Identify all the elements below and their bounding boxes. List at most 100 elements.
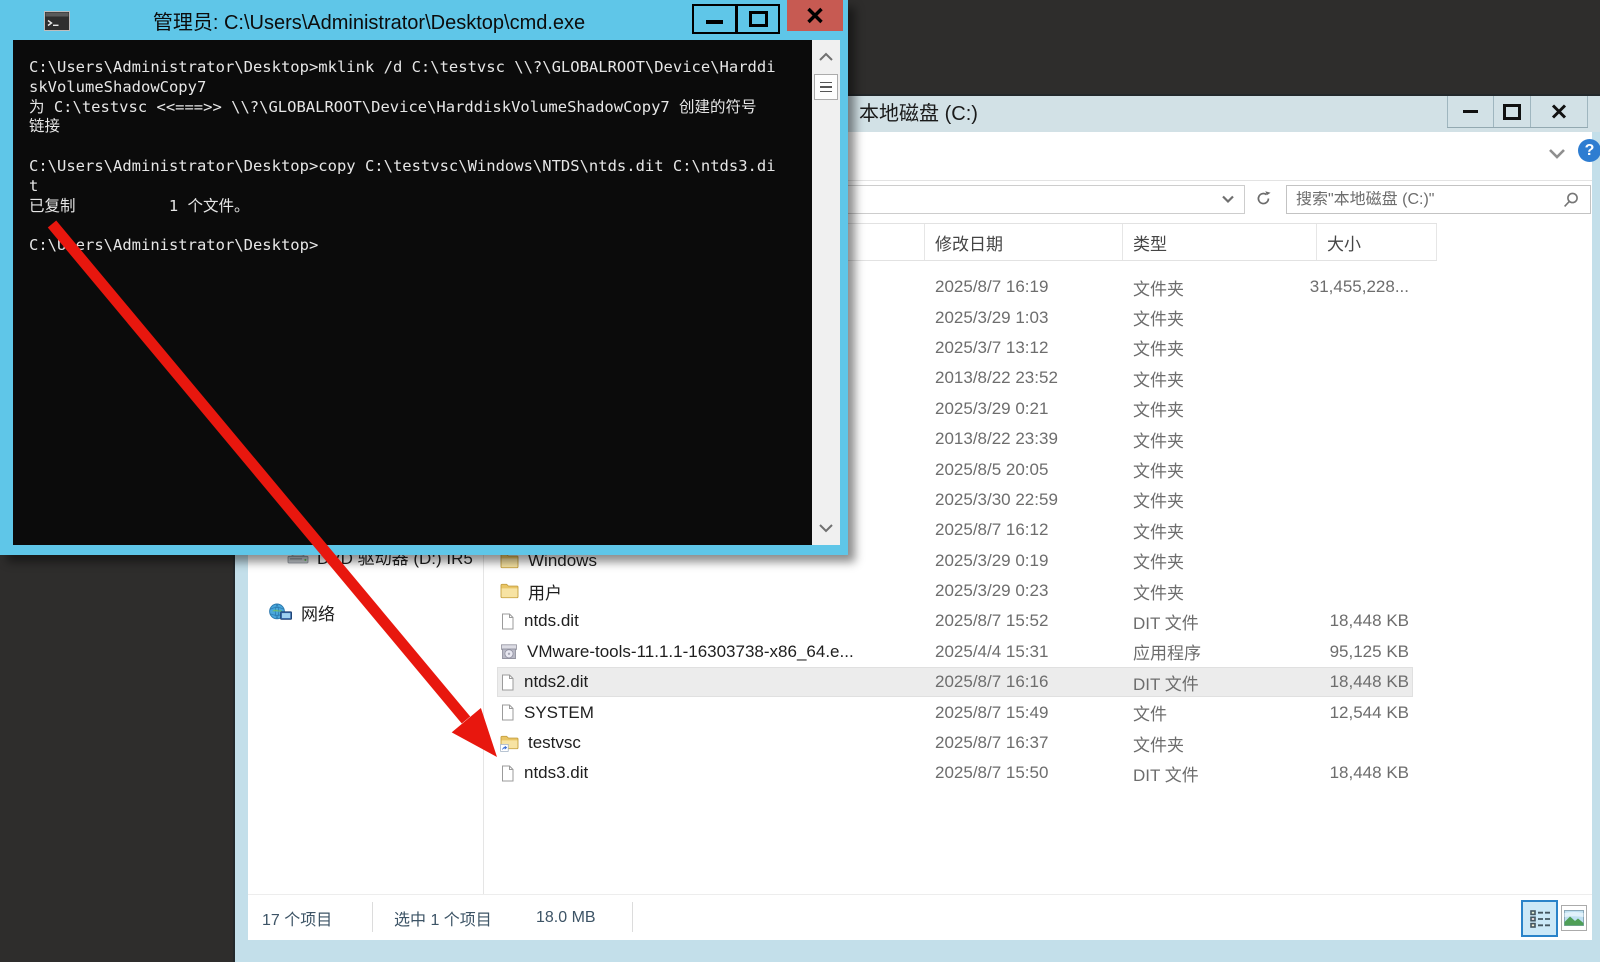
size-cell: 18,448 KB: [1317, 758, 1437, 788]
type-cell: 文件夹: [1123, 546, 1317, 576]
file-name: 用户: [528, 579, 562, 604]
minimize-icon: [1463, 110, 1478, 113]
scroll-up-button[interactable]: [812, 42, 840, 72]
column-header-size[interactable]: 大小: [1317, 224, 1437, 260]
chevron-down-icon: [818, 523, 834, 533]
file-name: testvsc: [528, 733, 581, 753]
cmd-output-line: 已复制 1 个文件。: [29, 197, 812, 217]
explorer-minimize-button[interactable]: [1447, 96, 1493, 127]
details-view-button[interactable]: [1521, 900, 1558, 937]
size-cell: [1317, 485, 1437, 515]
type-cell: 文件夹: [1123, 485, 1317, 515]
file-row[interactable]: ntds2.dit 2025/8/7 16:16DIT 文件18,448 KB: [483, 667, 1437, 697]
close-icon: [1551, 104, 1567, 119]
file-row[interactable]: testvsc2025/8/7 16:37文件夹: [483, 728, 1437, 758]
size-cell: [1317, 454, 1437, 484]
cmd-output-line: 为 C:\testvsc <<===>> \\?\GLOBALROOT\Devi…: [29, 98, 812, 118]
name-cell: ntds3.dit: [483, 758, 925, 788]
type-cell: DIT 文件: [1123, 758, 1317, 788]
type-cell: DIT 文件: [1123, 606, 1317, 636]
file-name: VMware-tools-11.1.1-16303738-x86_64.e...: [527, 642, 854, 662]
type-cell: 文件夹: [1123, 515, 1317, 545]
close-icon: [806, 7, 824, 24]
cmd-output-area[interactable]: C:\Users\Administrator\Desktop>mklink /d…: [13, 40, 812, 545]
cmd-close-button[interactable]: [787, 0, 843, 31]
cmd-scrollbar[interactable]: [812, 40, 840, 545]
size-cell: 95,125 KB: [1317, 637, 1437, 667]
column-header-date[interactable]: 修改日期: [925, 224, 1123, 260]
size-cell: [1317, 302, 1437, 332]
cmd-maximize-button[interactable]: [736, 4, 780, 34]
name-cell: SYSTEM: [483, 697, 925, 727]
date-modified-cell: 2025/8/7 15:52: [925, 606, 1123, 636]
name-cell: testvsc: [483, 728, 925, 758]
search-input[interactable]: [1287, 191, 1562, 209]
cmd-output-line: [29, 216, 812, 236]
file-row[interactable]: 用户2025/3/29 0:23文件夹: [483, 576, 1437, 606]
items-count: 17 个项目: [262, 895, 332, 940]
date-modified-cell: 2025/3/29 0:19: [925, 546, 1123, 576]
size-cell: [1317, 363, 1437, 393]
maximize-icon: [1503, 104, 1521, 120]
scroll-down-button[interactable]: [812, 513, 840, 543]
thumbnail-view-button[interactable]: [1561, 905, 1587, 931]
file-row[interactable]: VMware-tools-11.1.1-16303738-x86_64.e...…: [483, 637, 1437, 667]
file-icon: [500, 765, 515, 782]
folder-icon: [500, 583, 519, 599]
date-modified-cell: 2013/8/22 23:52: [925, 363, 1123, 393]
name-cell: ntds2.dit: [483, 667, 925, 697]
size-cell: [1317, 576, 1437, 606]
cmd-output-line: skVolumeShadowCopy7: [29, 78, 812, 98]
size-cell: [1317, 728, 1437, 758]
date-modified-cell: 2025/3/29 0:21: [925, 394, 1123, 424]
size-cell: 12,544 KB: [1317, 697, 1437, 727]
date-modified-cell: 2025/8/7 15:50: [925, 758, 1123, 788]
ribbon-expand-chevron-icon[interactable]: [1545, 145, 1569, 163]
type-cell: 应用程序: [1123, 637, 1317, 667]
name-cell: 用户: [483, 576, 925, 606]
status-bar: 17 个项目 选中 1 个项目 18.0 MB: [248, 894, 1592, 940]
sidebar-item-label: 网络: [301, 600, 335, 625]
file-icon: [500, 674, 515, 691]
date-modified-cell: 2025/3/7 13:12: [925, 333, 1123, 363]
cmd-title-bar[interactable]: 管理员: C:\Users\Administrator\Desktop\cmd.…: [0, 0, 848, 40]
sidebar-item[interactable]: 网络: [248, 597, 483, 627]
type-cell: 文件夹: [1123, 333, 1317, 363]
size-cell: 18,448 KB: [1317, 667, 1437, 697]
explorer-window-controls: [1447, 96, 1588, 128]
file-icon: [500, 613, 515, 630]
file-row[interactable]: SYSTEM2025/8/7 15:49文件12,544 KB: [483, 697, 1437, 727]
file-row[interactable]: ntds3.dit2025/8/7 15:50DIT 文件18,448 KB: [483, 758, 1437, 788]
cmd-output-line: 链接: [29, 117, 812, 137]
file-name: ntds2.dit: [524, 672, 588, 692]
address-dropdown-chevron-icon[interactable]: [1220, 194, 1236, 205]
column-header-type[interactable]: 类型: [1123, 224, 1317, 260]
cmd-output-line: C:\Users\Administrator\Desktop>mklink /d…: [29, 58, 812, 78]
explorer-maximize-button[interactable]: [1493, 96, 1530, 127]
scrollbar-thumb[interactable]: [814, 74, 838, 100]
network-icon: [268, 603, 293, 622]
date-modified-cell: 2025/4/4 15:31: [925, 637, 1123, 667]
size-cell: [1317, 515, 1437, 545]
refresh-icon: [1255, 190, 1272, 207]
type-cell: DIT 文件: [1123, 667, 1317, 697]
search-box[interactable]: [1286, 185, 1591, 214]
date-modified-cell: 2013/8/22 23:39: [925, 424, 1123, 454]
cmd-minimize-button[interactable]: [692, 4, 737, 34]
size-cell: 31,455,228...: [1317, 272, 1437, 302]
date-modified-cell: 2025/8/7 16:12: [925, 515, 1123, 545]
help-icon[interactable]: ?: [1578, 139, 1600, 162]
search-icon[interactable]: [1562, 191, 1580, 209]
cmd-window: 管理员: C:\Users\Administrator\Desktop\cmd.…: [0, 0, 848, 555]
type-cell: 文件夹: [1123, 394, 1317, 424]
date-modified-cell: 2025/8/7 15:49: [925, 697, 1123, 727]
explorer-close-button[interactable]: [1530, 96, 1588, 127]
cmd-output-line: t: [29, 177, 812, 197]
file-row[interactable]: ntds.dit2025/8/7 15:52DIT 文件18,448 KB: [483, 606, 1437, 636]
date-modified-cell: 2025/8/7 16:16: [925, 667, 1123, 697]
size-cell: [1317, 424, 1437, 454]
refresh-button[interactable]: [1250, 185, 1276, 212]
date-modified-cell: 2025/3/29 0:23: [925, 576, 1123, 606]
date-modified-cell: 2025/3/30 22:59: [925, 485, 1123, 515]
file-name: ntds.dit: [524, 611, 579, 631]
